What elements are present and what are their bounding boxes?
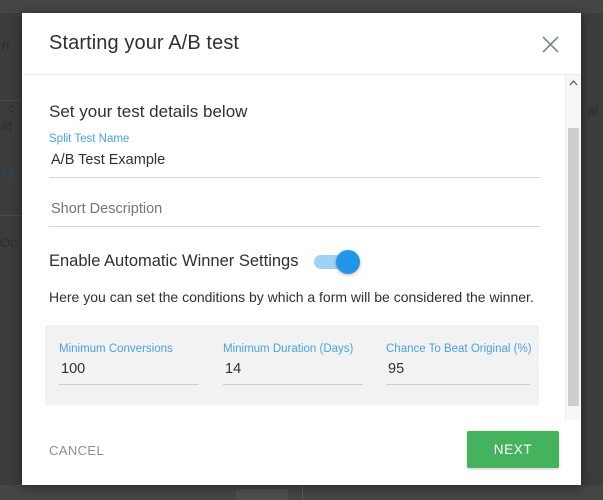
page-title: Starting your A/B test [49,32,240,54]
split-test-name-field[interactable]: Split Test Name [49,132,544,178]
backdrop-text-fragment: ri [2,38,10,53]
enable-automatic-winner-toggle[interactable] [314,249,361,274]
dialog-scrollbar[interactable] [565,75,581,420]
winner-settings-panel: Minimum Conversions Minimum Duration (Da… [45,325,539,405]
minimum-duration-label: Minimum Duration (Days) [223,343,354,355]
backdrop-text-fragment: c [8,100,15,115]
field-underline [386,384,530,385]
winner-toggle-label: Enable Automatic Winner Settings [49,252,299,270]
backdrop-divider [0,215,22,216]
field-underline [223,384,363,385]
backdrop-text-fragment: at [588,103,599,118]
toggle-knob [336,249,361,274]
close-button[interactable] [533,27,567,61]
minimum-conversions-field[interactable]: Minimum Conversions [59,342,203,385]
backdrop-taskbar-divider [302,485,303,500]
field-underline [49,226,540,227]
short-description-field[interactable] [49,195,544,227]
scrollbar-thumb[interactable] [568,128,579,406]
backdrop-text-fragment: DI [2,166,15,181]
backdrop-text-fragment: at [1,118,12,133]
dialog-footer: CANCEL NEXT [22,420,581,484]
field-underline [59,384,199,385]
short-description-input[interactable] [49,195,544,221]
minimum-duration-field[interactable]: Minimum Duration (Days) [223,342,367,385]
winner-settings-toggle-row: Enable Automatic Winner Settings [49,249,361,274]
winner-settings-description: Here you can set the conditions by which… [49,289,534,305]
chance-to-beat-original-field[interactable]: Chance To Beat Original (%) [386,342,534,385]
dialog-body: Set your test details below Split Test N… [22,75,581,420]
backdrop-top-bar [0,0,603,13]
dialog-header: Starting your A/B test [22,13,581,75]
field-underline [49,177,540,178]
close-icon [541,35,559,53]
minimum-conversions-label: Minimum Conversions [59,343,173,355]
ab-test-dialog: Starting your A/B test Set your test det… [22,13,581,485]
minimum-duration-input[interactable] [223,356,367,381]
scroll-up-button[interactable] [566,75,581,91]
split-test-name-label: Split Test Name [49,133,130,145]
backdrop-taskbar-item [236,489,288,500]
next-button[interactable]: NEXT [467,431,559,468]
cancel-button[interactable]: CANCEL [49,443,104,458]
backdrop-text-fragment: Op [0,235,18,250]
split-test-name-input[interactable] [49,146,544,172]
chevron-up-icon [569,80,578,86]
chance-to-beat-original-input[interactable] [386,356,534,381]
chance-to-beat-original-label: Chance To Beat Original (%) [386,343,532,355]
section-title: Set your test details below [49,102,248,121]
minimum-conversions-input[interactable] [59,356,203,381]
